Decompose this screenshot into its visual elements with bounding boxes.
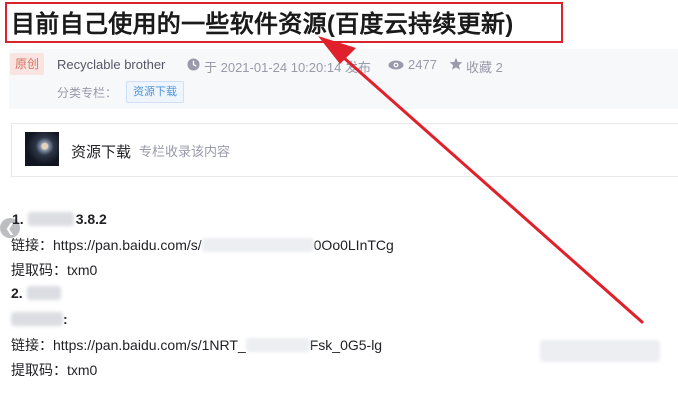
- annotation-arrow: [318, 36, 644, 324]
